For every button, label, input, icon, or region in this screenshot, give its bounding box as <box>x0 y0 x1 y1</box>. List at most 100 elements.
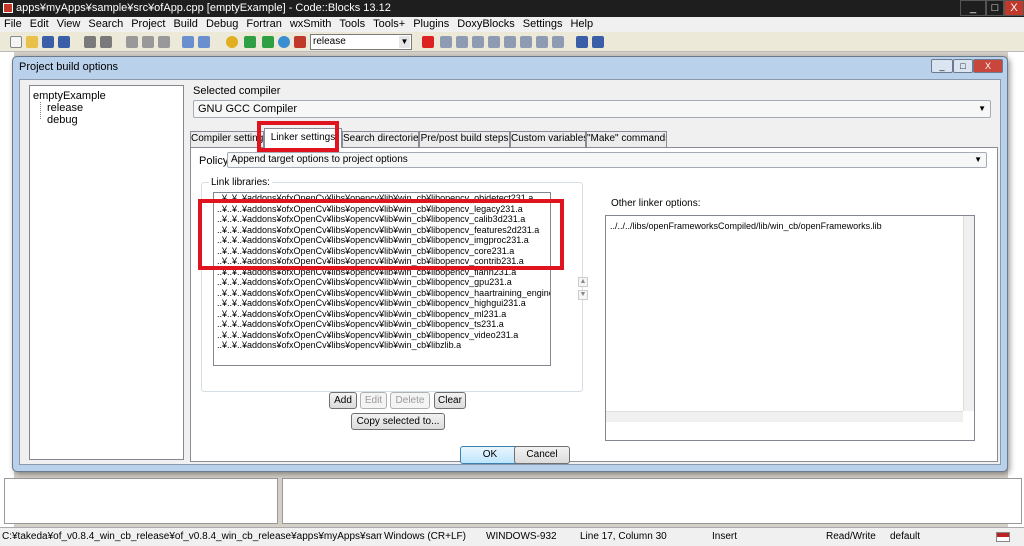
tree-item-release[interactable]: release <box>47 102 83 114</box>
dialog-client: emptyExample release debug Selected comp… <box>19 79 1001 465</box>
list-item[interactable]: ..¥..¥..¥addons¥ofxOpenCv¥libs¥opencv¥li… <box>214 298 550 309</box>
debug-start-icon[interactable] <box>422 36 434 48</box>
step-out-icon[interactable] <box>488 36 500 48</box>
chevron-down-icon: ▼ <box>974 155 982 164</box>
stop-debug-icon[interactable] <box>552 36 564 48</box>
next-instruction-icon[interactable] <box>504 36 516 48</box>
tab-compiler-settings[interactable]: Compiler settings <box>190 131 264 147</box>
tab-linker-settings[interactable]: Linker settings <box>264 128 342 148</box>
open-folder-icon[interactable] <box>26 36 38 48</box>
compiler-value: GNU GCC Compiler <box>198 103 298 115</box>
menu-file[interactable]: File <box>0 17 26 32</box>
new-file-icon[interactable] <box>10 36 22 48</box>
menu-fortran[interactable]: Fortran <box>242 17 285 32</box>
rebuild-icon[interactable] <box>278 36 290 48</box>
menu-doxyblocks[interactable]: DoxyBlocks <box>453 17 518 32</box>
find-icon[interactable] <box>182 36 194 48</box>
flag-icon <box>996 532 1010 542</box>
list-item[interactable]: ..¥..¥..¥addons¥ofxOpenCv¥libs¥opencv¥li… <box>214 340 550 351</box>
undo-icon[interactable] <box>84 36 96 48</box>
tab-custom-variables[interactable]: Custom variables <box>510 131 586 147</box>
other-linker-options-value: ../../../libs/openFrameworksCompiled/lib… <box>610 221 882 231</box>
horizontal-scrollbar[interactable] <box>606 411 963 422</box>
paste-icon[interactable] <box>158 36 170 48</box>
redo-icon[interactable] <box>100 36 112 48</box>
window-title: apps¥myApps¥sample¥src¥ofApp.cpp [emptyE… <box>16 2 391 14</box>
list-item[interactable]: ..¥..¥..¥addons¥ofxOpenCv¥libs¥opencv¥li… <box>214 330 550 341</box>
menu-settings[interactable]: Settings <box>519 17 567 32</box>
list-item[interactable]: ..¥..¥..¥addons¥ofxOpenCv¥libs¥opencv¥li… <box>214 319 550 330</box>
policy-select[interactable]: Append target options to project options… <box>227 152 987 168</box>
list-item[interactable]: ..¥..¥..¥addons¥ofxOpenCv¥libs¥opencv¥li… <box>214 288 550 299</box>
menu-edit[interactable]: Edit <box>26 17 53 32</box>
save-all-icon[interactable] <box>58 36 70 48</box>
menu-search[interactable]: Search <box>84 17 127 32</box>
edit-button[interactable]: Edit <box>360 392 387 409</box>
move-up-icon[interactable]: ▲ <box>578 277 588 287</box>
list-item[interactable]: ..¥..¥..¥addons¥ofxOpenCv¥libs¥opencv¥li… <box>214 214 550 225</box>
move-down-icon[interactable]: ▼ <box>578 290 588 300</box>
list-item[interactable]: ..¥..¥..¥addons¥ofxOpenCv¥libs¥opencv¥li… <box>214 246 550 257</box>
tab-search-directories[interactable]: Search directories <box>342 131 419 147</box>
cut-icon[interactable] <box>126 36 138 48</box>
debug-windows-icon[interactable] <box>576 36 588 48</box>
build-target-select[interactable]: release ▼ <box>310 34 412 50</box>
list-item[interactable]: ..¥..¥..¥addons¥ofxOpenCv¥libs¥opencv¥li… <box>214 193 550 204</box>
status-position: Line 17, Column 30 <box>580 531 667 542</box>
build-target-value: release <box>313 36 346 47</box>
clear-button[interactable]: Clear <box>434 392 466 409</box>
abort-icon[interactable] <box>294 36 306 48</box>
list-item[interactable]: ..¥..¥..¥addons¥ofxOpenCv¥libs¥opencv¥li… <box>214 256 550 267</box>
tree-root-item[interactable]: emptyExample <box>33 90 106 102</box>
dialog-close-icon[interactable]: X <box>973 59 1003 73</box>
list-item[interactable]: ..¥..¥..¥addons¥ofxOpenCv¥libs¥opencv¥li… <box>214 309 550 320</box>
replace-icon[interactable] <box>198 36 210 48</box>
step-into-icon[interactable] <box>472 36 484 48</box>
run-icon[interactable] <box>244 36 256 48</box>
menu-tools-plus[interactable]: Tools+ <box>369 17 409 32</box>
step-instruction-icon[interactable] <box>520 36 532 48</box>
info-icon[interactable] <box>592 36 604 48</box>
menu-view[interactable]: View <box>53 17 85 32</box>
menu-debug[interactable]: Debug <box>202 17 242 32</box>
compiler-select[interactable]: GNU GCC Compiler ▼ <box>193 100 991 118</box>
other-linker-options-textarea[interactable]: ../../../libs/openFrameworksCompiled/lib… <box>605 215 975 441</box>
list-item[interactable]: ..¥..¥..¥addons¥ofxOpenCv¥libs¥opencv¥li… <box>214 204 550 215</box>
list-item[interactable]: ..¥..¥..¥addons¥ofxOpenCv¥libs¥opencv¥li… <box>214 235 550 246</box>
tree-item-debug[interactable]: debug <box>47 114 78 126</box>
maximize-icon[interactable]: □ <box>986 0 1004 16</box>
dialog-minimize-icon[interactable]: _ <box>931 59 953 73</box>
pause-icon[interactable] <box>536 36 548 48</box>
vertical-scrollbar[interactable] <box>963 216 974 411</box>
run-to-cursor-icon[interactable] <box>440 36 452 48</box>
save-icon[interactable] <box>42 36 54 48</box>
dialog-maximize-icon[interactable]: □ <box>953 59 973 73</box>
copy-icon[interactable] <box>142 36 154 48</box>
menu-help[interactable]: Help <box>566 17 597 32</box>
build-icon[interactable] <box>226 36 238 48</box>
menubar: File Edit View Search Project Build Debug Fortr… <box>0 17 1024 32</box>
minimize-icon[interactable]: _ <box>960 0 986 16</box>
menu-wxsmith[interactable]: wxSmith <box>286 17 336 32</box>
copy-selected-button[interactable]: Copy selected to... <box>351 413 445 430</box>
tab-pre-post-build-steps[interactable]: Pre/post build steps <box>419 131 510 147</box>
menu-plugins[interactable]: Plugins <box>409 17 453 32</box>
editor-pane <box>1008 52 1024 527</box>
delete-button[interactable]: Delete <box>390 392 430 409</box>
tab-make-commands[interactable]: "Make" commands <box>586 131 667 147</box>
window-titlebar: apps¥myApps¥sample¥src¥ofApp.cpp [emptyE… <box>0 0 1024 17</box>
menu-project[interactable]: Project <box>127 17 169 32</box>
build-and-run-icon[interactable] <box>262 36 274 48</box>
list-item[interactable]: ..¥..¥..¥addons¥ofxOpenCv¥libs¥opencv¥li… <box>214 267 550 278</box>
close-icon[interactable]: X <box>1004 0 1024 16</box>
cancel-button[interactable]: Cancel <box>514 446 570 464</box>
menu-tools[interactable]: Tools <box>335 17 369 32</box>
list-item[interactable]: ..¥..¥..¥addons¥ofxOpenCv¥libs¥opencv¥li… <box>214 225 550 236</box>
next-line-icon[interactable] <box>456 36 468 48</box>
list-item[interactable]: ..¥..¥..¥addons¥ofxOpenCv¥libs¥opencv¥li… <box>214 277 550 288</box>
link-libraries-list[interactable]: ..¥..¥..¥addons¥ofxOpenCv¥libs¥opencv¥li… <box>213 192 551 366</box>
add-button[interactable]: Add <box>329 392 357 409</box>
menu-build[interactable]: Build <box>169 17 201 32</box>
ok-button[interactable]: OK <box>460 446 520 464</box>
policy-value: Append target options to project options <box>231 154 408 165</box>
